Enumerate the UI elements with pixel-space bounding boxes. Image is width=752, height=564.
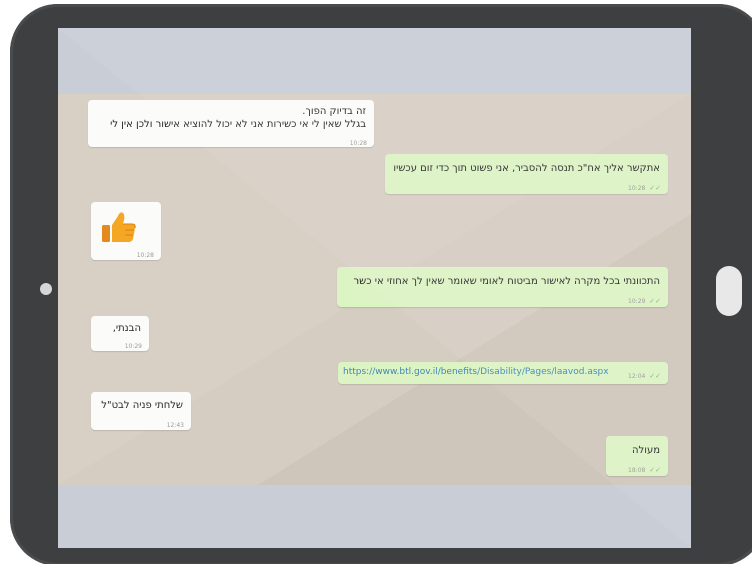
message-incoming[interactable]: הבנתי, 10:29 bbox=[91, 316, 149, 351]
message-time: 10:28 bbox=[136, 252, 154, 259]
read-receipt-icon: ✓✓ bbox=[649, 372, 661, 380]
message-time: 12:43 bbox=[166, 422, 184, 429]
chat-area[interactable]: זה בדיוק הפוך. בגלל שאין לי אי כשירות אנ… bbox=[58, 94, 691, 485]
message-time-value: 12:04 bbox=[628, 373, 646, 380]
thumbs-up-icon bbox=[102, 212, 136, 242]
message-text: בגלל שאין לי אי כשירות אני לא יכול להוצי… bbox=[110, 119, 366, 130]
read-receipt-icon: ✓✓ bbox=[649, 297, 661, 305]
message-outgoing[interactable]: מעולה 18:08 ✓✓ bbox=[606, 436, 668, 476]
message-text: התכוונתי בכל מקרה לאישור מביטוח לאומי שא… bbox=[353, 276, 660, 287]
message-text: אתקשר אליך אח"כ תנסה להסביר, אני פשוט תו… bbox=[393, 163, 660, 174]
message-time: 10:28 ✓✓ bbox=[628, 182, 661, 195]
message-time-value: 18:08 bbox=[628, 467, 646, 474]
message-outgoing[interactable]: התכוונתי בכל מקרה לאישור מביטוח לאומי שא… bbox=[337, 267, 668, 307]
message-outgoing-link[interactable]: https://www.btl.gov.il/benefits/Disabili… bbox=[338, 362, 668, 384]
url-link[interactable]: https://www.btl.gov.il/benefits/Disabili… bbox=[343, 366, 609, 379]
message-text: הבנתי, bbox=[112, 323, 141, 334]
message-time-value: 10:28 bbox=[628, 185, 646, 192]
screen-bottom-area bbox=[58, 485, 691, 548]
home-button[interactable] bbox=[716, 266, 742, 316]
camera-dot bbox=[40, 283, 52, 295]
message-time: 10:29 bbox=[124, 343, 142, 350]
message-text: מעולה bbox=[632, 445, 660, 456]
message-text: זה בדיוק הפוך. bbox=[302, 106, 366, 117]
screen-top-area bbox=[58, 28, 691, 94]
message-incoming-sticker[interactable]: 10:28 bbox=[91, 202, 161, 260]
read-receipt-icon: ✓✓ bbox=[649, 184, 661, 192]
message-time: 10:28 bbox=[349, 140, 367, 147]
message-time: 18:08 ✓✓ bbox=[628, 464, 661, 477]
message-time: 12:04 ✓✓ bbox=[628, 370, 661, 383]
message-time-value: 10:29 bbox=[628, 298, 646, 305]
tablet-screen: זה בדיוק הפוך. בגלל שאין לי אי כשירות אנ… bbox=[58, 28, 691, 548]
message-incoming[interactable]: זה בדיוק הפוך. בגלל שאין לי אי כשירות אנ… bbox=[88, 100, 374, 147]
message-text: שלחתי פניה לבט"ל bbox=[101, 400, 183, 411]
message-time: 10:29 ✓✓ bbox=[628, 295, 661, 308]
message-incoming[interactable]: שלחתי פניה לבט"ל 12:43 bbox=[91, 392, 191, 430]
message-outgoing[interactable]: אתקשר אליך אח"כ תנסה להסביר, אני פשוט תו… bbox=[385, 154, 668, 194]
read-receipt-icon: ✓✓ bbox=[649, 466, 661, 474]
